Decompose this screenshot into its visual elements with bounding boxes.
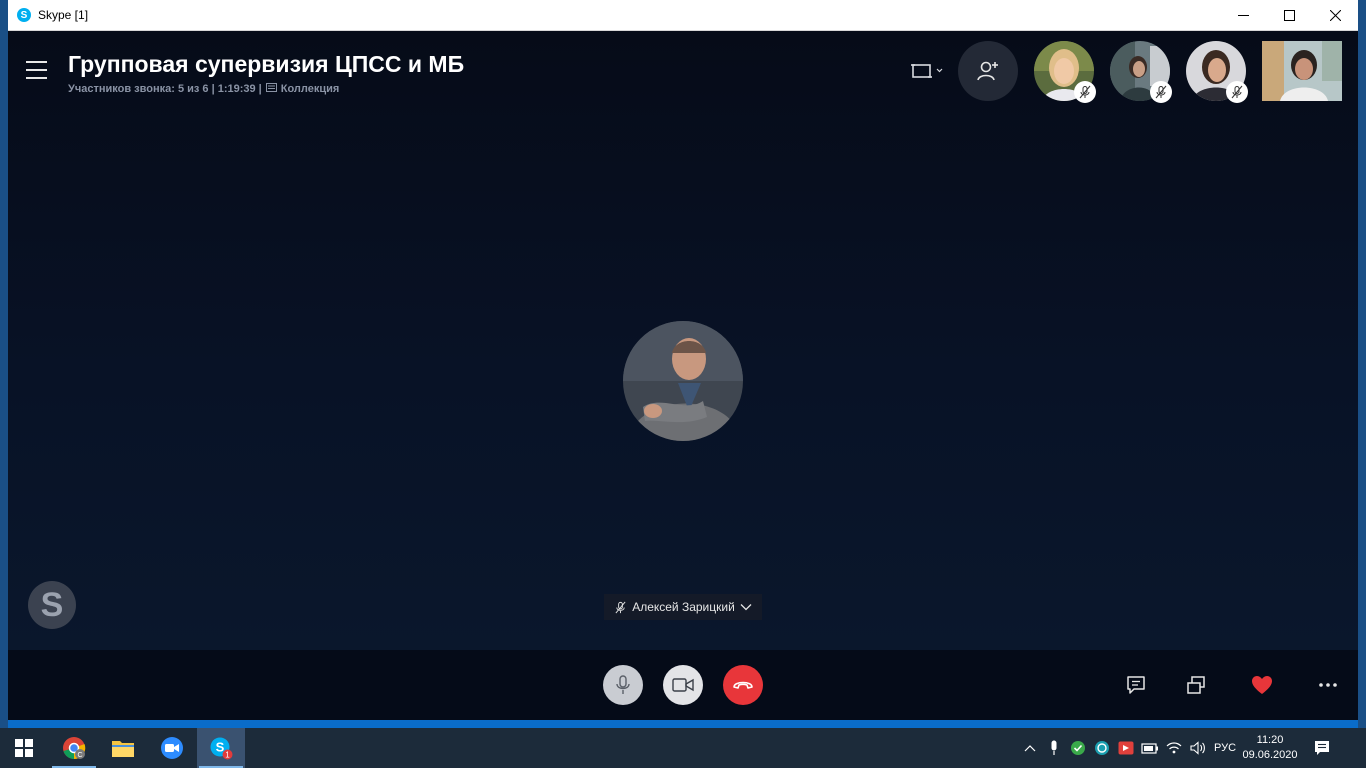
minimize-button[interactable]	[1220, 0, 1266, 31]
taskbar-chrome[interactable]: C	[50, 728, 98, 768]
hamburger-icon-line	[26, 77, 47, 79]
muted-badge	[1150, 81, 1172, 103]
taskbar-file-explorer[interactable]	[99, 728, 147, 768]
add-person-icon	[977, 61, 998, 81]
taskbar-skype[interactable]: S1	[197, 728, 245, 768]
hamburger-icon	[26, 61, 47, 63]
tray-antivirus[interactable]	[1066, 728, 1090, 768]
mic-muted-icon	[615, 601, 626, 613]
gallery-link[interactable]: Коллекция	[281, 83, 340, 95]
chat-icon	[1127, 676, 1145, 694]
maximize-button[interactable]	[1266, 0, 1312, 31]
share-screen-icon	[1187, 676, 1205, 694]
close-button[interactable]	[1312, 0, 1358, 31]
mic-muted-icon	[1155, 85, 1167, 99]
notifications-icon	[1315, 741, 1329, 755]
react-button[interactable]	[1249, 672, 1275, 698]
battery-icon	[1141, 743, 1158, 754]
folder-icon	[112, 741, 134, 757]
system-tray: РУС 11:20 09.06.2020	[1018, 728, 1344, 768]
share-screen-button[interactable]	[1183, 672, 1209, 698]
app-e-icon	[1095, 741, 1109, 755]
window-controls	[1220, 0, 1358, 31]
windows-icon	[15, 739, 33, 757]
chevron-down-icon	[740, 604, 752, 611]
tray-app-e[interactable]	[1090, 728, 1114, 768]
gallery-icon[interactable]	[265, 82, 277, 96]
taskbar-zoom[interactable]	[148, 728, 196, 768]
chrome-profile-badge: C	[77, 752, 82, 759]
tray-microphone[interactable]	[1042, 728, 1066, 768]
speaker-avatar	[623, 321, 743, 441]
menu-button[interactable]	[26, 61, 48, 79]
clock[interactable]: 11:20 09.06.2020	[1240, 733, 1300, 763]
window-titlebar[interactable]: S Skype [1]	[8, 0, 1358, 31]
add-participant-button[interactable]	[958, 41, 1018, 101]
taskbar: C S1 РУС 11:20 09.06.2020	[0, 728, 1366, 768]
call-title: Групповая супервизия ЦПСС и МБ	[68, 51, 465, 77]
zoom-video-icon	[161, 737, 183, 759]
muted-badge	[1074, 81, 1096, 103]
tray-network[interactable]	[1162, 728, 1186, 768]
microphone-icon	[1051, 740, 1057, 755]
chrome-icon: C	[63, 737, 86, 760]
speaker-icon	[1190, 741, 1205, 755]
input-language[interactable]: РУС	[1210, 742, 1240, 754]
microphone-button[interactable]	[603, 665, 643, 705]
hamburger-icon-line	[26, 69, 47, 71]
app-red-icon	[1118, 741, 1134, 755]
speaker-name: Алексей Зарицкий	[632, 600, 735, 614]
minimize-icon	[1237, 15, 1249, 16]
window-title: Skype [1]	[38, 8, 89, 22]
tray-app-red[interactable]	[1114, 728, 1138, 768]
layout-switch-button[interactable]	[910, 59, 946, 83]
video-button[interactable]	[663, 665, 703, 705]
more-icon	[1319, 683, 1337, 687]
muted-badge	[1226, 81, 1248, 103]
close-icon	[1329, 10, 1341, 21]
mic-muted-icon	[1231, 85, 1243, 99]
tray-battery[interactable]	[1138, 728, 1162, 768]
skype-icon: S1	[210, 737, 233, 760]
action-center-button[interactable]	[1300, 728, 1344, 768]
shield-check-icon	[1071, 741, 1085, 755]
chat-button[interactable]	[1123, 672, 1149, 698]
video-camera-icon	[672, 678, 694, 692]
speaker-name-tag[interactable]: Алексей Зарицкий	[604, 594, 762, 620]
clock-date: 09.06.2020	[1242, 749, 1298, 761]
more-options-button[interactable]	[1315, 672, 1341, 698]
desktop-background-right	[1358, 0, 1366, 728]
start-button[interactable]	[0, 728, 48, 768]
skype-window: S Skype [1] Групповая супервизия ЦПСС и …	[8, 0, 1358, 720]
participant-avatar[interactable]	[1034, 41, 1096, 103]
participant-video-tile[interactable]	[1262, 41, 1342, 101]
call-stage: Групповая супервизия ЦПСС и МБ Участнико…	[8, 31, 1358, 650]
skype-logo: S	[28, 581, 76, 629]
skype-notification-badge: 1	[225, 750, 230, 759]
hang-up-button[interactable]	[723, 665, 763, 705]
show-hidden-icons-button[interactable]	[1018, 728, 1042, 768]
call-subtitle: Участников звонка: 5 из 6 | 1:19:39 | Ко…	[68, 82, 339, 96]
participant-avatar[interactable]	[1110, 41, 1172, 103]
participant-avatar[interactable]	[1186, 41, 1248, 103]
microphone-icon	[616, 675, 630, 694]
desktop-background-left	[0, 0, 8, 728]
call-controls-bar	[8, 650, 1358, 720]
chevron-up-icon	[1024, 745, 1036, 752]
maximize-icon	[1283, 10, 1295, 21]
hang-up-icon	[733, 681, 753, 689]
heart-icon	[1252, 676, 1272, 694]
wifi-icon	[1166, 742, 1182, 754]
clock-time: 11:20	[1256, 734, 1284, 746]
skype-app-icon: S	[17, 8, 31, 22]
tray-volume[interactable]	[1186, 728, 1210, 768]
call-participants-duration: Участников звонка: 5 из 6 | 1:19:39 |	[68, 83, 262, 95]
mic-muted-icon	[1079, 85, 1091, 99]
layout-grid-icon	[911, 64, 943, 78]
